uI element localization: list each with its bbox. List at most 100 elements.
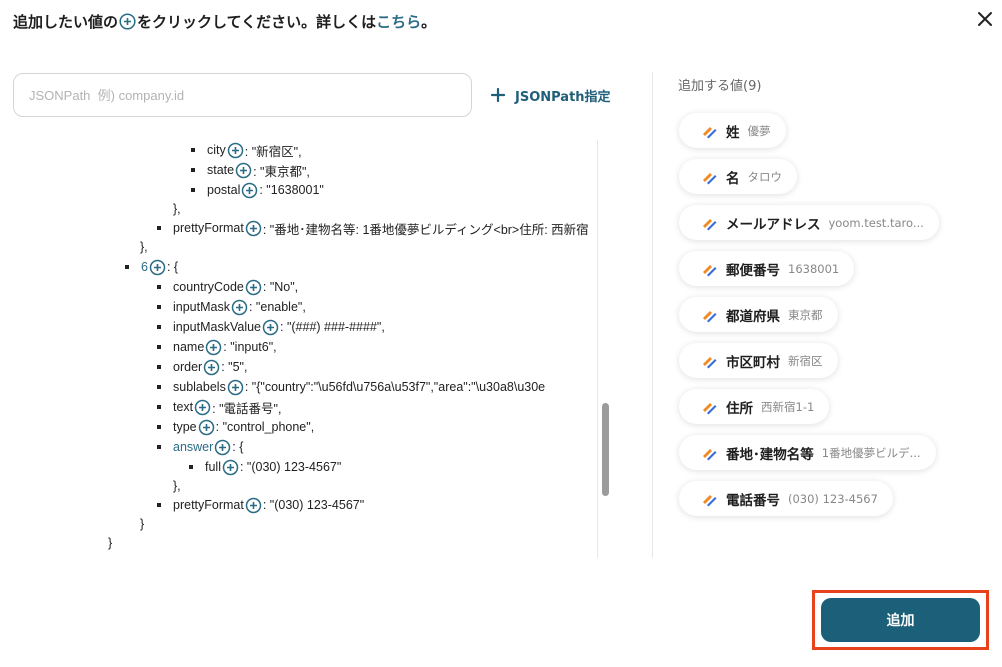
chip-value: 1638001 <box>788 261 840 276</box>
plus-circle-icon[interactable] <box>214 439 231 456</box>
tree-row: inputMaskValue : "(###) ###-####", <box>157 317 385 337</box>
jsonpath-specify-button[interactable]: JSONPath指定 <box>490 84 611 106</box>
tree-value: : "5", <box>221 360 248 374</box>
tree-key: prettyFormat <box>173 221 244 235</box>
plus-circle-icon[interactable] <box>203 359 220 376</box>
plus-circle-icon[interactable] <box>198 419 215 436</box>
plus-circle-icon[interactable] <box>205 339 222 356</box>
tree-key: full <box>205 460 221 474</box>
chip-value: 西新宿1-1 <box>761 399 815 414</box>
plus-circle-icon[interactable] <box>262 319 279 336</box>
tree-key: name <box>173 340 205 354</box>
pencil-icon <box>701 399 717 415</box>
tree-value: : "(###) ###-####", <box>280 320 385 334</box>
tree-row: name : "input6", <box>157 337 277 357</box>
tree-row: city: "新宿区", <box>191 140 302 160</box>
tree-row: answer: { <box>157 437 243 457</box>
plus-circle-icon[interactable] <box>149 259 166 276</box>
chip-value: 優夢 <box>747 123 771 138</box>
title-text-before: 追加したい値の <box>13 13 119 31</box>
tree-row: countryCode : "No", <box>157 277 298 297</box>
tree-key: sublabels <box>173 380 226 394</box>
value-chip[interactable]: 市区町村 新宿区 <box>679 343 838 378</box>
tree-value: : "1638001" <box>259 183 324 197</box>
tree-value: : "東京都", <box>253 164 310 179</box>
tree-value: : "enable", <box>248 300 306 314</box>
pencil-icon <box>701 215 717 231</box>
chip-value: タロウ <box>747 169 783 184</box>
tree-value: : "新宿区", <box>244 144 302 159</box>
tree-key: inputMaskValue <box>173 320 262 334</box>
title-text-end: 。 <box>421 13 437 31</box>
tree-scrollbar-thumb[interactable] <box>602 403 609 496</box>
tree-row: prettyFormat: "番地･建物名等: 1番地優夢ビルディング<br>住… <box>157 218 589 238</box>
plus-icon <box>490 87 506 103</box>
tree-row: prettyFormat : "(030) 123-4567" <box>157 495 364 515</box>
value-chip[interactable]: 住所 西新宿1-1 <box>679 389 830 424</box>
tree-row: 6: { <box>125 257 178 277</box>
chip-label: 郵便番号 <box>726 262 780 279</box>
tree-row: text: "電話番号", <box>157 397 281 417</box>
plus-circle-icon[interactable] <box>231 299 248 316</box>
help-link[interactable]: こちら <box>376 11 421 32</box>
plus-circle-icon[interactable] <box>222 459 239 476</box>
tree-brace: } <box>108 536 113 550</box>
chip-label: 姓 <box>726 124 740 141</box>
add-button[interactable]: 追加 <box>821 598 980 642</box>
value-chip[interactable]: 姓優夢 <box>679 113 786 148</box>
tree-key: order <box>173 360 203 374</box>
tree-row: sublabels : "{"country":"\u56fd\u756a\u53… <box>157 377 545 397</box>
dialog-title: 追加したい値の をクリックしてください。詳しくは こちら 。 <box>13 11 436 32</box>
value-chip[interactable]: メールアドレス yoom.test.taro... <box>679 205 939 240</box>
panel-divider <box>652 72 653 558</box>
tree-key: prettyFormat <box>173 498 244 512</box>
plus-circle-icon[interactable] <box>245 279 262 296</box>
plus-circle-icon <box>119 13 136 30</box>
pencil-icon <box>701 491 717 507</box>
plus-circle-icon[interactable] <box>245 497 262 514</box>
tree-key-expandable[interactable]: answer <box>173 440 213 454</box>
plus-circle-icon[interactable] <box>227 142 244 159</box>
tree-value: : "control_phone", <box>215 420 315 434</box>
value-chip[interactable]: 名タロウ <box>679 159 797 194</box>
pencil-icon <box>701 169 717 185</box>
tree-row: inputMask : "enable", <box>157 297 306 317</box>
chip-label: 名 <box>726 170 740 187</box>
value-chip[interactable]: 都道府県 東京都 <box>679 297 838 332</box>
tree-key: state <box>207 163 235 177</box>
plus-circle-icon[interactable] <box>245 220 262 237</box>
plus-circle-icon[interactable] <box>235 162 252 179</box>
plus-circle-icon[interactable] <box>227 379 244 396</box>
chip-value: yoom.test.taro... <box>828 215 924 230</box>
tree-value: : "{"country":"\u56fd\u756a\u53f7","area… <box>244 380 546 394</box>
tree-brace: }, <box>173 479 181 493</box>
close-button[interactable] <box>972 6 998 32</box>
value-chip[interactable]: 郵便番号 1638001 <box>679 251 855 286</box>
chip-label: 市区町村 <box>726 354 780 371</box>
chip-value: 1番地優夢ビルデ... <box>821 445 921 460</box>
tree-brace: }, <box>140 240 148 254</box>
tree-value: : "No", <box>262 280 299 294</box>
title-text-after: をクリックしてください。詳しくは <box>137 13 377 31</box>
tree-value: : "(030) 123-4567" <box>262 498 365 512</box>
tree-key: inputMask <box>173 300 230 314</box>
tree-key-expandable[interactable]: 6 <box>141 260 148 274</box>
json-tree-panel: city: "新宿区", state : "東京都", postal : "1638… <box>13 140 611 558</box>
tree-value: : "(030) 123-4567" <box>239 460 342 474</box>
jsonpath-specify-label: JSONPath指定 <box>515 89 611 105</box>
tree-row: full : "(030) 123-4567" <box>189 457 341 477</box>
value-chip[interactable]: 電話番号 (030) 123-4567 <box>679 481 893 516</box>
close-icon <box>978 12 992 26</box>
pencil-icon <box>701 353 717 369</box>
value-chip[interactable]: 番地･建物名等 1番地優夢ビルデ... <box>679 435 936 470</box>
tree-brace: }, <box>173 202 181 216</box>
tree-value: : "input6", <box>223 340 277 354</box>
plus-circle-icon[interactable] <box>241 182 258 199</box>
jsonpath-search-input[interactable] <box>13 73 472 117</box>
tree-row: state : "東京都", <box>191 160 310 180</box>
tree-key: postal <box>207 183 241 197</box>
plus-circle-icon[interactable] <box>194 399 211 416</box>
chip-value: (030) 123-4567 <box>788 491 878 506</box>
tree-key: countryCode <box>173 280 244 294</box>
pencil-icon <box>701 307 717 323</box>
